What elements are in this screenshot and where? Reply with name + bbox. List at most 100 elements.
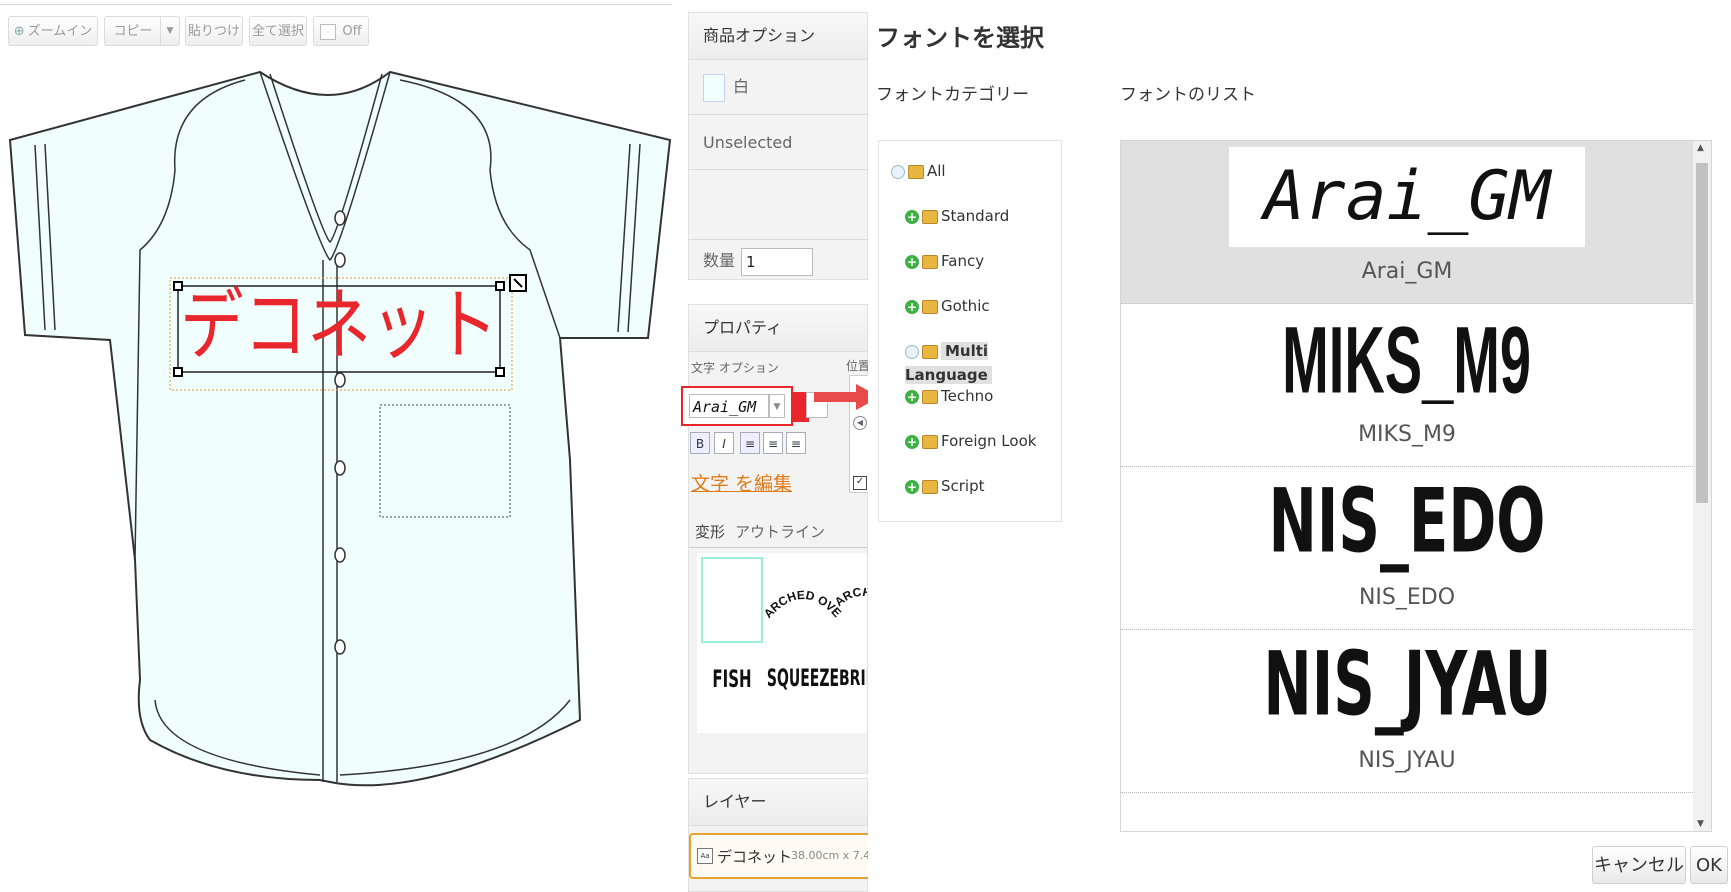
expand-plus-icon[interactable]: + [905,434,919,449]
unselected-row[interactable]: Unselected [689,115,867,170]
quantity-row: 数量 1 [689,241,867,281]
category-gothic[interactable]: + Gothic [905,294,990,318]
effect-fish-eye[interactable]: FISH EYE [697,631,767,727]
checkbox-icon [320,23,337,40]
expand-plus-icon[interactable]: + [905,254,919,269]
tab-outline[interactable]: アウトライン [735,521,825,542]
font-preview-wrap: MIKS_M9 [1121,307,1693,412]
category-label-script: Script [941,477,985,495]
zoom-in-label: ズームイン [27,24,93,39]
font-selector[interactable]: Arai_GM ▼ [681,386,793,426]
color-option-row[interactable]: 白 [689,59,867,115]
chevron-down-icon[interactable]: ▼ [769,394,785,418]
layer-name: デコネット [717,848,793,866]
category-fancy[interactable]: + Fancy [905,249,984,273]
design-text[interactable]: デコネット [180,281,498,371]
scrollbar-thumb[interactable] [1696,163,1708,503]
font-preview: NIS_JYAU [1262,634,1552,737]
checkbox-icon[interactable]: ✓ [853,476,867,490]
cancel-button[interactable]: キャンセル [1592,846,1686,884]
expand-plus-icon[interactable]: + [905,479,919,494]
font-item-nis-edo[interactable]: NIS_EDO NIS_EDO [1121,467,1693,630]
italic-button[interactable]: I [714,432,734,454]
unselected-label: Unselected [703,133,793,152]
design-canvas[interactable]: デコネット [0,60,675,890]
layers-panel: レイヤー Aa デコネット 38.00cm x 7.4 [688,778,879,892]
folder-icon [908,164,924,179]
folder-icon [922,344,938,359]
blank-option-row [689,170,867,240]
position-label: 位置 [846,359,868,373]
folder-icon [922,254,938,269]
zoom-in-button[interactable]: ⊕ ズームイン [8,16,98,46]
scroll-up-icon[interactable]: ▲ [1697,143,1704,153]
effects-grid: ARCHED OVER ARCHED FISH EYE SQUEEZE BRID [697,553,867,733]
folder-icon [922,389,938,404]
bold-button[interactable]: B [690,432,710,454]
category-foreign-look[interactable]: + Foreign Look [905,429,1036,453]
font-preview-wrap: NIS_EDO [1121,471,1693,574]
color-label: 白 [733,77,750,96]
radio-icon [891,164,905,179]
font-item-arai-gm[interactable]: Arai_GM Arai_GM [1121,141,1693,304]
folder-icon [922,299,938,314]
align-left-icon[interactable]: ≡ [740,432,760,454]
font-select-value[interactable]: Arai_GM [689,394,769,418]
category-script[interactable]: + Script [905,474,985,498]
quantity-input[interactable]: 1 [741,247,814,276]
rotate-handle-icon[interactable] [509,274,527,292]
text-layer-icon: Aa [697,848,713,864]
font-item-nis-jyau[interactable]: NIS_JYAU NIS_JYAU [1121,630,1693,793]
text-options-label: 文字 オプション [691,361,779,375]
category-label-techno: Techno [941,387,994,405]
off-toggle[interactable]: Off [313,16,369,46]
edit-text-link[interactable]: 文字 を編集 [691,469,792,496]
layer-size: 38.00cm x 7.4 [791,849,871,862]
svg-text:ARCHED OVER: ARCHED OVER [765,559,844,621]
font-list-scrollbar[interactable]: ▲ ▼ [1693,141,1711,831]
category-label-fancy: Fancy [941,252,985,270]
chevron-down-icon[interactable]: ▼ [160,17,179,45]
category-standard[interactable]: + Standard [905,204,1009,228]
category-label-gothic: Gothic [941,297,990,315]
category-multi-language[interactable]: Multi Language [905,339,1061,384]
select-all-label: 全て選択 [251,24,304,39]
font-item-miks-m9[interactable]: MIKS_M9 MIKS_M9 [1121,304,1693,467]
ok-button[interactable]: OK [1690,846,1728,884]
expand-plus-icon[interactable]: + [905,209,919,224]
font-preview-wrap: NIS_JYAU [1121,634,1693,737]
arrow-left-icon[interactable]: ◀ [853,416,867,430]
category-techno[interactable]: + Techno [905,384,993,408]
copy-button[interactable]: コピー ▼ [104,16,180,46]
layers-title: レイヤー [689,779,867,826]
category-label-all: All [927,162,946,180]
font-name: NIS_JYAU [1358,748,1456,773]
radio-icon [905,344,919,359]
category-all[interactable]: All [891,159,946,183]
effect-squeeze[interactable]: SQUEEZE [765,628,841,730]
paste-button[interactable]: 貼りつけ [185,16,243,46]
dialog-title: フォントを選択 [876,24,1044,52]
quantity-label: 数量 [703,251,736,270]
align-center-icon[interactable]: ≡ [763,432,783,454]
category-tree: All + Standard + Fancy + Gothic Multi Langu… [878,140,1062,522]
folder-icon [922,434,938,449]
effect-bridge[interactable]: BRID [839,634,867,724]
editor-toolbar: ⊕ ズームイン コピー ▼ 貼りつけ 全て選択 Off [0,0,675,60]
expand-plus-icon[interactable]: + [905,389,919,404]
effect-arched-over-label: ARCHED OVER [765,559,844,621]
select-all-button[interactable]: 全て選択 [249,16,307,46]
transform-tabs: 変形 アウトライン [689,515,867,548]
toolbar-divider [0,0,672,5]
font-name: NIS_EDO [1358,585,1456,610]
expand-plus-icon[interactable]: + [905,299,919,314]
properties-panel: プロパティ 文字 オプション 位置 ◀ ✓ 文字 を編集 変形 アウトライン A… [688,304,869,774]
category-label: フォントカテゴリー [876,85,1029,105]
product-options-panel: 商品オプション 白 Unselected 数量 1 [688,12,868,280]
color-swatch[interactable] [703,73,725,102]
scroll-down-icon[interactable]: ▼ [1697,819,1704,829]
properties-title: プロパティ [689,305,867,352]
layer-item[interactable]: Aa デコネット 38.00cm x 7.4 [689,833,879,879]
align-right-icon[interactable]: ≡ [786,432,806,454]
tab-transform[interactable]: 変形 [695,521,725,542]
